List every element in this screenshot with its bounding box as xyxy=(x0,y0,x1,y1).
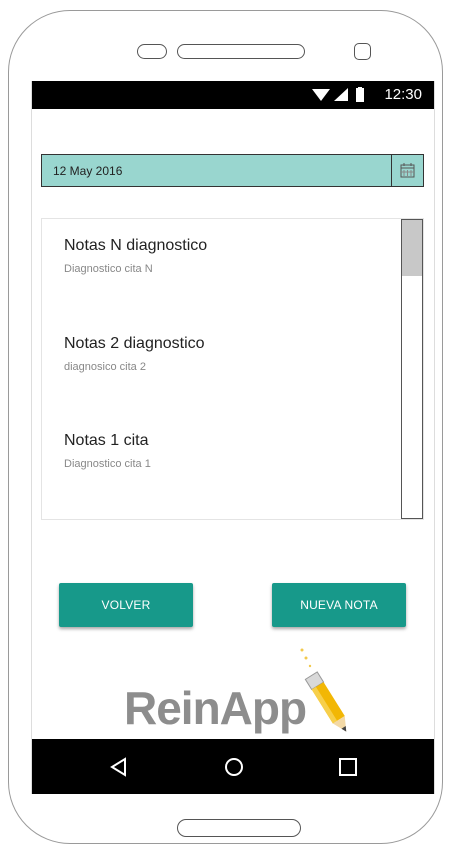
hardware-home-key[interactable] xyxy=(177,819,301,837)
calendar-button[interactable] xyxy=(391,155,423,186)
note-title: Notas 1 cita xyxy=(64,432,149,449)
recents-square-icon[interactable] xyxy=(336,755,360,779)
list-scrollbar[interactable] xyxy=(401,219,423,519)
status-icons xyxy=(312,87,364,102)
back-button[interactable]: VOLVER xyxy=(59,583,193,627)
navigation-bar xyxy=(32,739,434,794)
signal-icon xyxy=(334,88,348,101)
battery-icon xyxy=(356,88,364,102)
date-field[interactable]: 12 May 2016 xyxy=(41,154,424,187)
note-title: Notas N diagnostico xyxy=(64,237,208,254)
list-item[interactable]: Notas 2 diagnostico diagnosico cita 2 xyxy=(64,335,394,373)
list-item[interactable]: Notas 1 cita Diagnostico cita 1 xyxy=(64,432,394,470)
pencil-icon xyxy=(300,648,347,732)
brand-logo-text: ReinApp xyxy=(124,682,307,734)
note-title: Notas 2 diagnostico xyxy=(64,335,205,352)
note-subtitle: Diagnostico cita 1 xyxy=(64,458,151,470)
front-camera xyxy=(354,43,371,60)
earpiece-speaker xyxy=(177,44,305,59)
scrollbar-thumb[interactable] xyxy=(402,220,422,276)
status-bar: 12:30 xyxy=(32,81,434,109)
new-note-button[interactable]: NUEVA NOTA xyxy=(272,583,406,627)
note-subtitle: Diagnostico cita N xyxy=(64,263,153,275)
list-item[interactable]: Notas N diagnostico Diagnostico cita N xyxy=(64,237,394,275)
proximity-sensor xyxy=(137,44,167,59)
notes-list[interactable]: Notas N diagnostico Diagnostico cita N N… xyxy=(41,218,424,520)
note-subtitle: diagnosico cita 2 xyxy=(64,361,146,373)
date-value: 12 May 2016 xyxy=(53,164,123,178)
status-time: 12:30 xyxy=(384,86,422,103)
app-screen: 12:30 12 May 2016 Notas N diagnostico Di… xyxy=(31,81,435,794)
calendar-icon xyxy=(400,163,415,178)
back-triangle-icon[interactable] xyxy=(107,755,131,779)
wifi-icon xyxy=(312,89,330,101)
home-circle-icon[interactable] xyxy=(222,755,246,779)
